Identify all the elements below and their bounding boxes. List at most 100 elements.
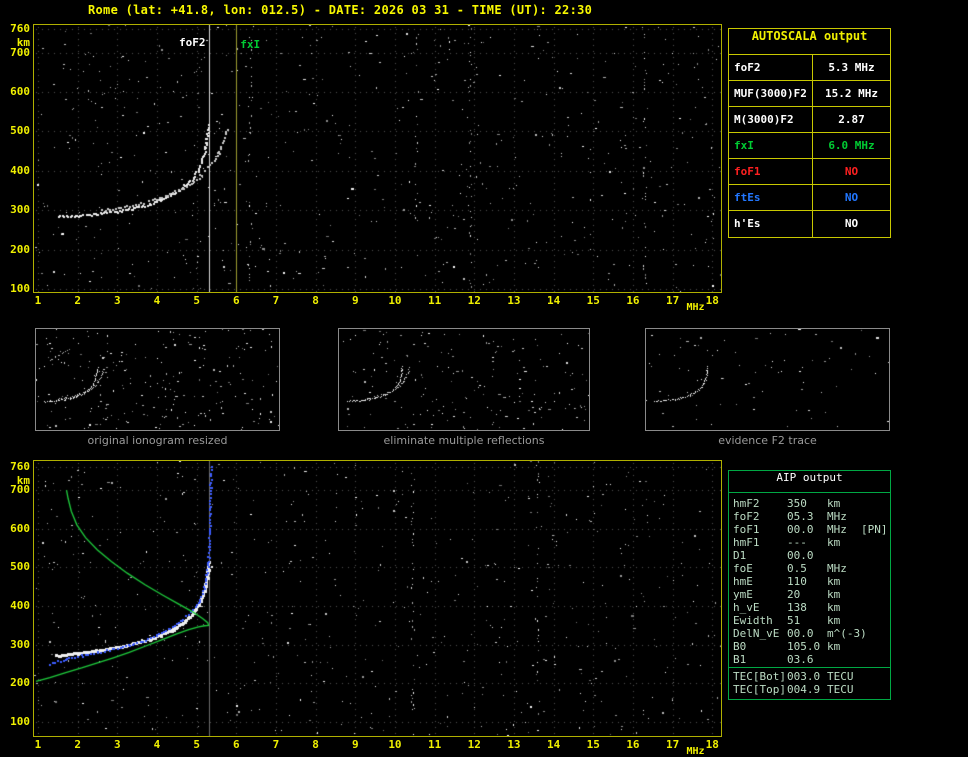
aip-param-note xyxy=(861,549,890,562)
aip-row-hmE: hmE 110 km xyxy=(729,575,890,588)
y-tick-label: 300 xyxy=(10,637,30,651)
parameter-label: MUF(3000)F2 xyxy=(729,81,813,106)
parameter-label: M(3000)F2 xyxy=(729,107,813,132)
parameter-label: ftEs xyxy=(729,185,813,210)
aip-param-name: foE xyxy=(733,562,753,575)
aip-param-name: Ewidth xyxy=(733,614,773,627)
y-axis-unit: km xyxy=(16,35,30,49)
parameter-value: 2.87 xyxy=(838,113,865,126)
x-tick-label: 3 xyxy=(113,738,121,751)
thumbnail-eliminate-reflections-canvas xyxy=(339,329,589,430)
aip-param-note xyxy=(861,601,890,614)
x-tick-label: 18 xyxy=(705,738,719,751)
top-ionogram-plot-canvas xyxy=(34,25,721,292)
aip-param-value: 05.3 xyxy=(787,510,814,523)
aip-param-note xyxy=(861,536,890,549)
aip-param-value: 00.0 xyxy=(787,523,814,536)
parameter-value: 6.0 MHz xyxy=(828,139,875,152)
aip-param-name: B1 xyxy=(733,653,747,666)
thumbnail-caption-evidence: evidence F2 trace xyxy=(718,434,817,447)
aip-header: AIP output xyxy=(729,471,890,493)
aip-param-unit: km xyxy=(827,601,841,614)
aip-output-panel: AIP output hmF2 350 km foF2 05.3 MHz foF1 00.0 M… xyxy=(728,470,891,700)
parameter-value: NO xyxy=(844,217,859,230)
y-tick-label: 200 xyxy=(10,242,30,256)
x-tick-label: 9 xyxy=(351,738,359,751)
aip-param-unit: km xyxy=(827,640,841,653)
y-tick-label: 760 xyxy=(10,21,30,35)
aip-param-name: foF2 xyxy=(733,510,760,523)
aip-row-hmF2: hmF2 350 km xyxy=(729,497,890,510)
y-axis-unit: km xyxy=(16,473,30,487)
fof2-marker-label: foF2 xyxy=(179,36,206,49)
y-tick-label: 100 xyxy=(10,715,30,729)
aip-param-note xyxy=(861,575,890,588)
x-tick-label: 1 xyxy=(34,294,42,307)
parameter-value: 15.2 MHz xyxy=(825,87,878,100)
aip-param-unit: km xyxy=(827,497,841,510)
parameter-label: fxI xyxy=(729,133,813,158)
aip-param-value: 51 xyxy=(787,614,801,627)
parameter-value: NO xyxy=(844,191,859,204)
thumbnail-eliminate-reflections xyxy=(338,328,590,431)
y-tick-label: 500 xyxy=(10,124,30,138)
aip-param-unit: km xyxy=(827,588,841,601)
aip-param-name: h_vE xyxy=(733,601,760,614)
aip-param-unit: TECU xyxy=(827,670,854,683)
aip-param-unit: MHz xyxy=(827,510,847,523)
aip-param-note xyxy=(861,497,890,510)
y-tick-label: 500 xyxy=(10,560,30,574)
x-tick-label: 11 xyxy=(427,294,442,307)
aip-param-name: TEC[Top] xyxy=(733,683,786,696)
aip-row-foE: foE 0.5 MHz xyxy=(729,562,890,575)
x-tick-label: 11 xyxy=(427,738,442,751)
x-tick-label: 2 xyxy=(74,738,81,751)
aip-param-value: 20 xyxy=(787,588,801,601)
aip-param-unit: MHz xyxy=(827,562,847,575)
aip-row-D1: D1 00.0 xyxy=(729,549,890,562)
autoscala-output-panel: AUTOSCALA output foF2 5.3 MHz MUF(3000)F2 1… xyxy=(728,28,891,238)
aip-param-value: 00.0 xyxy=(787,627,814,640)
y-tick-label: 100 xyxy=(10,282,30,296)
aip-param-note xyxy=(861,614,890,627)
autoscala-header: AUTOSCALA output xyxy=(729,29,890,55)
aip-param-name: D1 xyxy=(733,549,747,562)
y-tick-label: 400 xyxy=(10,163,30,177)
aip-param-value: --- xyxy=(787,536,807,549)
autoscala-row-h'Es: h'Es NO xyxy=(729,211,890,237)
thumbnail-evidence-f2-trace-canvas xyxy=(646,329,889,430)
x-axis-unit: MHz xyxy=(686,302,705,313)
aip-param-name: hmF1 xyxy=(733,536,760,549)
aip-param-unit xyxy=(827,549,861,562)
x-tick-label: 16 xyxy=(626,294,640,307)
aip-param-unit: MHz xyxy=(827,523,847,536)
autoscala-row-foF2: foF2 5.3 MHz xyxy=(729,55,890,81)
x-tick-label: 15 xyxy=(586,294,600,307)
aip-param-unit xyxy=(827,653,861,666)
autoscala-rows: foF2 5.3 MHz MUF(3000)F2 15.2 MHz M(3000)F2 2… xyxy=(729,55,890,237)
x-tick-label: 1 xyxy=(34,738,42,751)
aip-row-foF1: foF1 00.0 MHz [PN] xyxy=(729,523,890,536)
y-tick-label: 600 xyxy=(10,521,30,535)
aip-param-name: hmF2 xyxy=(733,497,760,510)
x-tick-label: 7 xyxy=(272,738,280,751)
aip-row-TEC[Top]: TEC[Top] 004.9 TECU xyxy=(729,683,890,696)
x-tick-label: 2 xyxy=(74,294,81,307)
aip-param-value: 350 xyxy=(787,497,807,510)
aip-param-note: [PN] xyxy=(861,523,888,536)
y-tick-label: 600 xyxy=(10,85,30,99)
aip-param-note xyxy=(861,627,890,640)
aip-param-value: 0.5 xyxy=(787,562,807,575)
aip-param-note xyxy=(861,640,890,653)
x-axis-unit: MHz xyxy=(686,746,705,757)
aip-param-unit: km xyxy=(827,536,841,549)
x-tick-label: 17 xyxy=(665,294,680,307)
x-tick-label: 9 xyxy=(351,294,359,307)
y-tick-label: 400 xyxy=(10,599,30,613)
aip-param-unit: m^(-3) xyxy=(827,627,867,640)
thumbnail-original-ionogram-canvas xyxy=(36,329,279,430)
x-tick-label: 4 xyxy=(153,294,161,307)
x-tick-label: 15 xyxy=(586,738,600,751)
bottom-profile-plot: 760 700 600 500 400 300 200 100 km 1 2 3 4 5 6 7 8 9 10 11 1… xyxy=(10,460,722,757)
parameter-value: 5.3 MHz xyxy=(828,61,875,74)
